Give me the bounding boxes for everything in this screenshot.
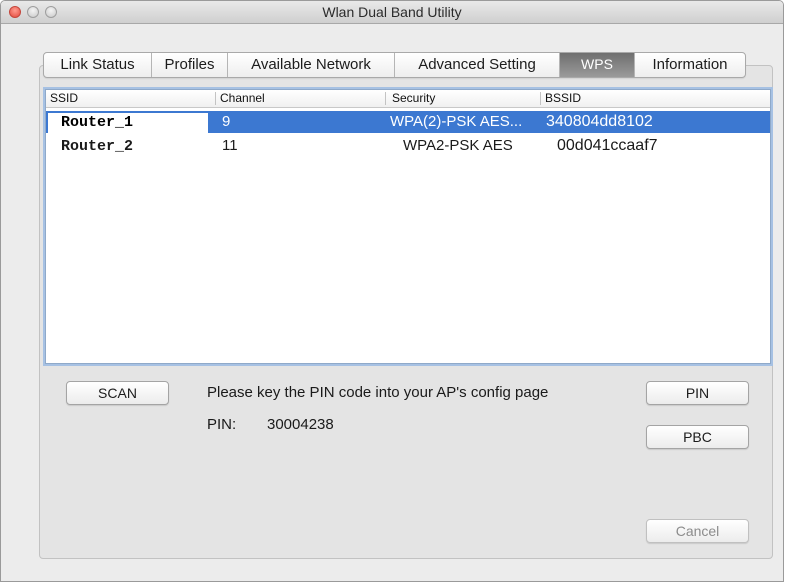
tab-profiles[interactable]: Profiles xyxy=(152,53,228,77)
tab-bar: Link Status Profiles Available Network A… xyxy=(43,52,746,78)
column-divider xyxy=(540,92,541,105)
network-security: WPA2-PSK AES xyxy=(403,137,513,154)
network-bssid: 00d041ccaaf7 xyxy=(557,137,658,154)
network-bssid: 340804dd8102 xyxy=(546,113,653,130)
app-window: Wlan Dual Band Utility Link Status Profi… xyxy=(0,0,784,582)
network-row[interactable]: Router_2 11 WPA2-PSK AES 00d041ccaaf7 xyxy=(46,135,770,157)
pin-instruction-text: Please key the PIN code into your AP's c… xyxy=(207,384,549,401)
network-channel: 11 xyxy=(222,137,238,154)
column-header-ssid[interactable]: SSID xyxy=(48,91,78,105)
network-ssid: Router_2 xyxy=(61,138,134,155)
tab-wps[interactable]: WPS xyxy=(560,53,635,77)
title-bar[interactable]: Wlan Dual Band Utility xyxy=(1,1,783,24)
pin-button[interactable]: PIN xyxy=(646,381,749,405)
tab-available-network[interactable]: Available Network xyxy=(228,53,395,77)
column-divider xyxy=(385,92,386,105)
network-ssid: Router_1 xyxy=(61,114,134,131)
tab-link-status[interactable]: Link Status xyxy=(44,53,152,77)
network-list[interactable]: SSID Channel Security BSSID Router_1 9 W… xyxy=(45,89,771,364)
cancel-button[interactable]: Cancel xyxy=(646,519,749,543)
pbc-button[interactable]: PBC xyxy=(646,425,749,449)
scan-button[interactable]: SCAN xyxy=(66,381,169,405)
tab-advanced-setting[interactable]: Advanced Setting xyxy=(395,53,560,77)
column-header-bssid[interactable]: BSSID xyxy=(543,91,581,105)
column-divider xyxy=(215,92,216,105)
tab-information[interactable]: Information xyxy=(635,53,745,77)
network-row[interactable]: Router_1 9 WPA(2)-PSK AES... 340804dd810… xyxy=(46,111,770,133)
pin-value: 30004238 xyxy=(267,416,334,433)
list-header: SSID Channel Security BSSID xyxy=(46,90,770,108)
pin-label: PIN: xyxy=(207,416,237,433)
window-title: Wlan Dual Band Utility xyxy=(322,4,462,20)
network-channel: 9 xyxy=(222,113,231,130)
column-header-security[interactable]: Security xyxy=(390,91,435,105)
network-security: WPA(2)-PSK AES... xyxy=(390,113,523,130)
column-header-channel[interactable]: Channel xyxy=(218,91,265,105)
ssid-edit-field[interactable]: Router_1 xyxy=(48,113,208,133)
